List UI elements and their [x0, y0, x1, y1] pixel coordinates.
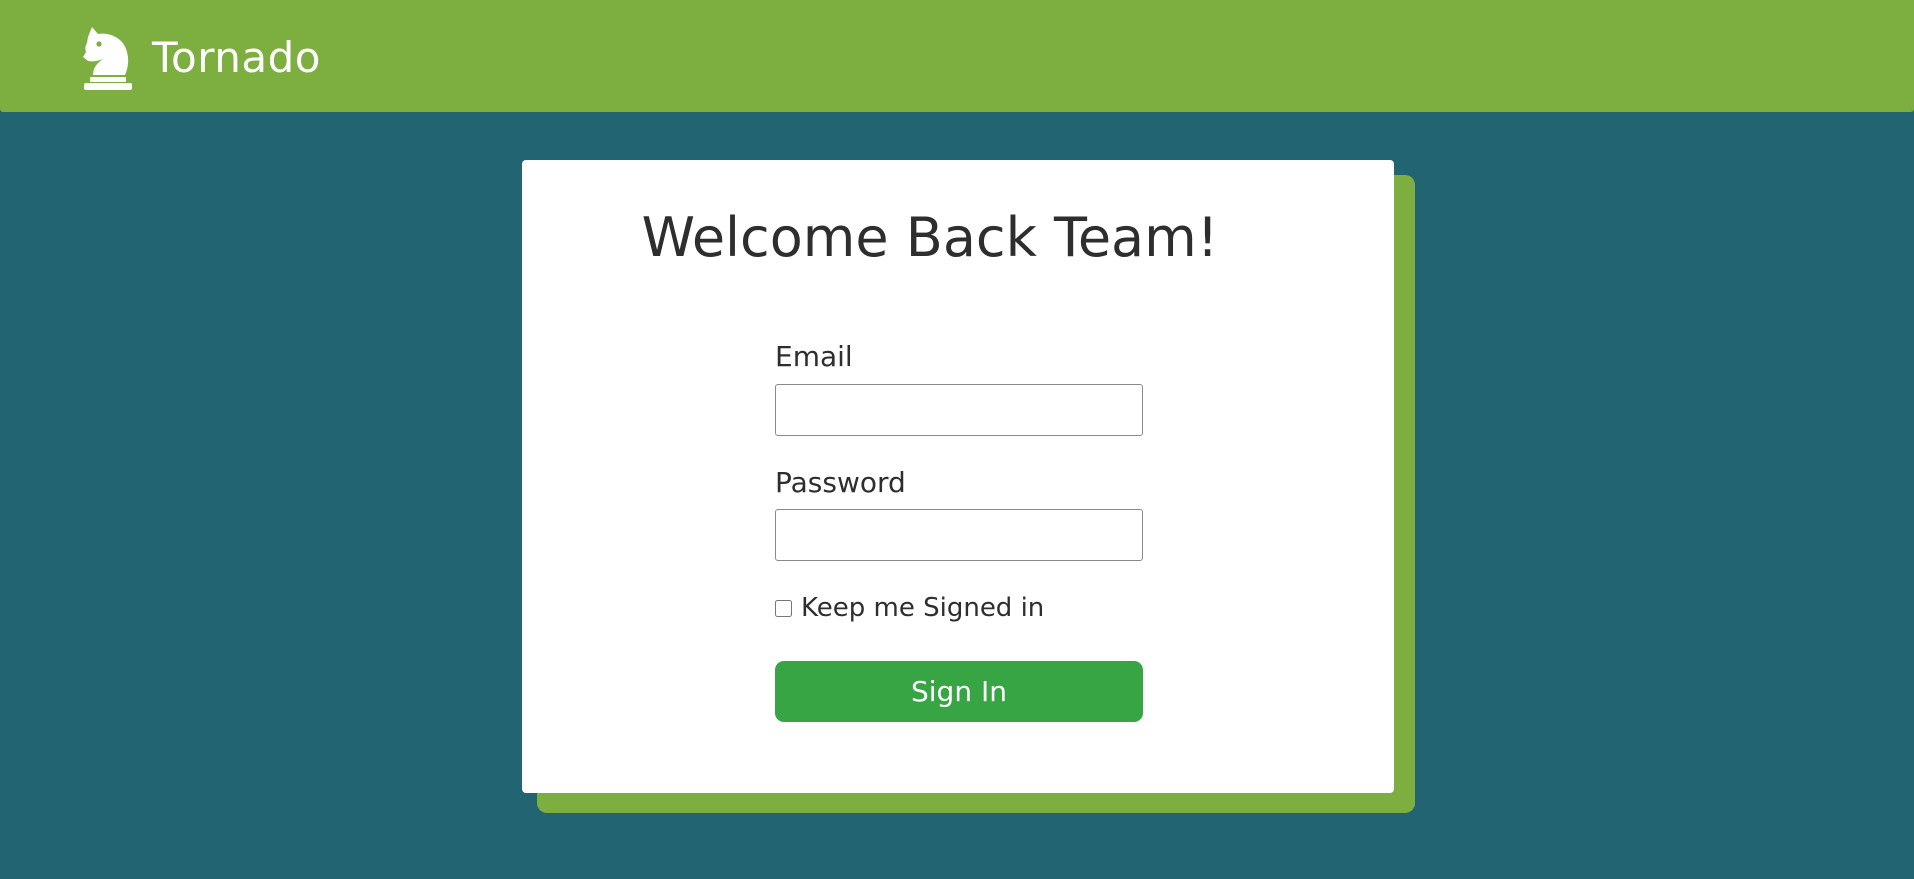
top-navbar: Tornado	[0, 0, 1914, 112]
login-form: Email Password Keep me Signed in Sign In	[775, 340, 1143, 723]
keep-signed-in-label[interactable]: Keep me Signed in	[801, 593, 1044, 623]
login-card: Welcome Back Team! Email Password Keep m…	[522, 160, 1394, 793]
brand-name: Tornado	[152, 33, 321, 82]
email-field[interactable]	[775, 383, 1143, 436]
password-field[interactable]	[775, 509, 1143, 562]
email-group: Email	[775, 340, 1143, 436]
keep-signed-in-row: Keep me Signed in	[775, 593, 1143, 623]
password-label: Password	[775, 465, 906, 499]
password-group: Password	[775, 466, 1143, 562]
page-title: Welcome Back Team!	[641, 206, 1219, 269]
chess-knight-icon	[83, 27, 132, 90]
email-label: Email	[775, 340, 853, 373]
keep-signed-in-checkbox[interactable]	[775, 599, 792, 617]
sign-in-button[interactable]: Sign In	[775, 661, 1143, 723]
brand-logo-link[interactable]: Tornado	[78, 24, 321, 92]
